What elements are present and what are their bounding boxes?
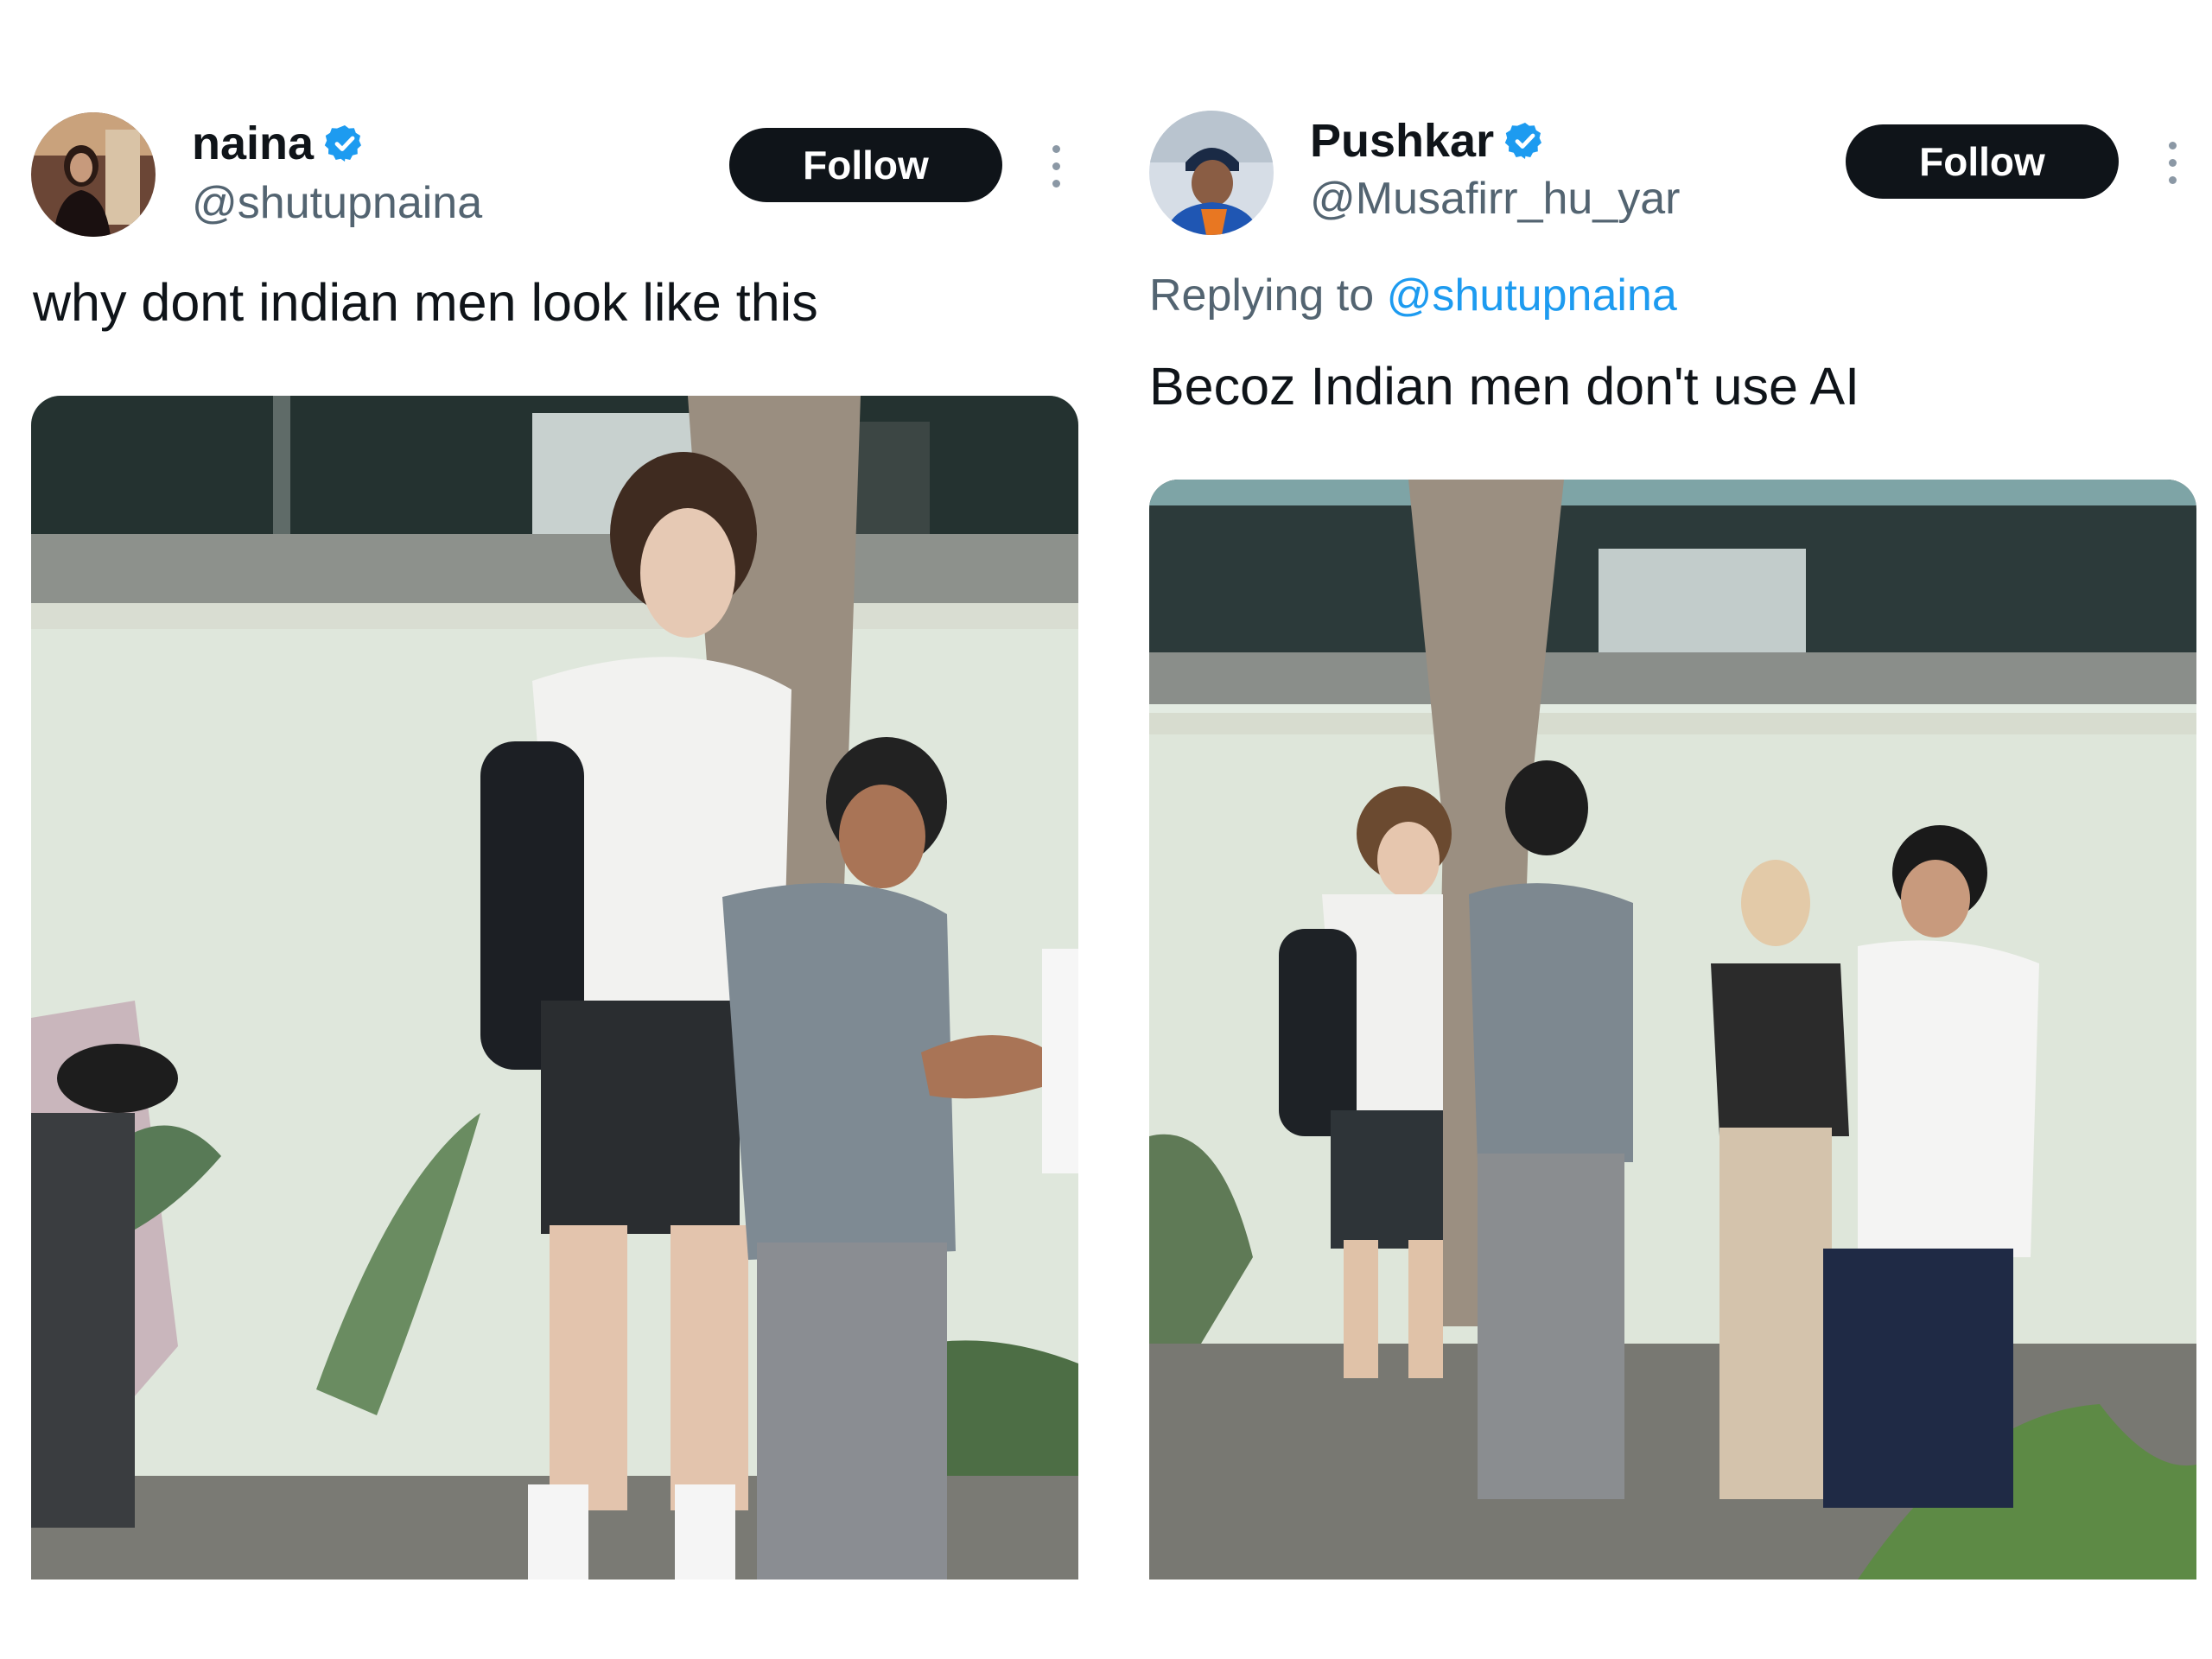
tweet-original: naina @shutupnaina Follow why dont india… xyxy=(31,0,1103,1659)
tweet-text: Becoz Indian men don't use AI xyxy=(1149,357,1860,416)
handle[interactable]: @Musafirr_hu_yar xyxy=(1310,173,1681,225)
more-options-icon[interactable] xyxy=(1047,145,1065,194)
avatar-photo-icon xyxy=(1149,111,1274,235)
replying-prefix: Replying to xyxy=(1149,270,1375,321)
follow-button[interactable]: Follow xyxy=(729,128,1002,202)
avatar[interactable] xyxy=(31,112,156,237)
display-name[interactable]: naina xyxy=(192,117,314,170)
tweet-photo[interactable] xyxy=(1149,480,2196,1580)
verified-badge-icon xyxy=(324,125,362,162)
avatar[interactable] xyxy=(1149,111,1274,235)
photo-image xyxy=(31,396,1078,1580)
tweet-reply: Pushkar @Musafirr_hu_yar Follow Replying… xyxy=(1149,0,2212,1659)
display-name[interactable]: Pushkar xyxy=(1310,114,1494,168)
handle[interactable]: @shutupnaina xyxy=(192,177,482,229)
tweet-text: why dont indian men look like this xyxy=(33,273,818,332)
verified-badge-icon xyxy=(1504,123,1542,159)
follow-button[interactable]: Follow xyxy=(1846,124,2119,199)
photo-image xyxy=(1149,480,2196,1580)
replying-mention-link[interactable]: @shutupnaina xyxy=(1387,270,1677,321)
more-options-icon[interactable] xyxy=(2164,142,2181,190)
tweet-photo[interactable] xyxy=(31,396,1078,1580)
replying-to: Replying to @shutupnaina xyxy=(1149,270,1677,321)
avatar-photo-icon xyxy=(31,112,156,237)
